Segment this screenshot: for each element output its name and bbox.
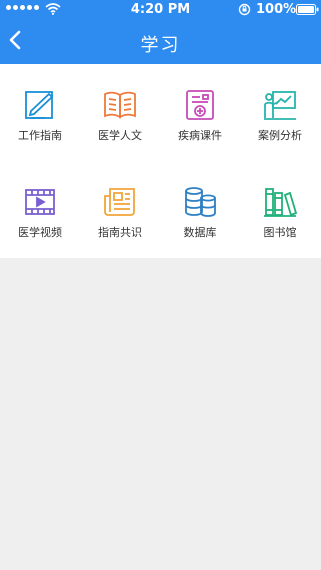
- grid-item-label: 工作指南: [18, 129, 62, 142]
- library-books-icon: [264, 188, 297, 217]
- grid-item-label: 图书馆: [263, 226, 297, 239]
- newspaper-icon: [104, 188, 135, 216]
- grid-item-guideline-consensus[interactable]: 指南共识: [80, 161, 160, 249]
- grid-item-label: 案例分析: [258, 129, 302, 142]
- grid-item-label: 指南共识: [98, 226, 142, 239]
- grid-item-work-guide[interactable]: 工作指南: [0, 64, 80, 152]
- grid-item-disease-courseware[interactable]: 疾病课件: [160, 64, 240, 152]
- guide-edit-icon: [25, 91, 54, 119]
- grid-item-label: 医学人文: [98, 129, 142, 142]
- courseware-icon: [186, 90, 214, 120]
- grid-item-database[interactable]: 数据库: [160, 161, 240, 249]
- grid-item-library[interactable]: 图书馆: [240, 161, 320, 249]
- app-header: 4:20 PM 100% 学习: [0, 0, 321, 64]
- presentation-icon: [264, 91, 296, 120]
- nav-bar: 学习: [0, 20, 321, 64]
- page-title: 学习: [140, 35, 181, 56]
- grid-item-case-analysis[interactable]: 案例分析: [240, 64, 320, 152]
- grid-item-label: 疾病课件: [178, 129, 222, 142]
- battery-icon: [296, 4, 319, 15]
- battery-percent: 100%: [256, 2, 297, 17]
- rotation-lock-icon: [238, 3, 251, 16]
- grid-item-medical-video[interactable]: 医学视频: [0, 161, 80, 249]
- open-book-icon: [104, 91, 136, 119]
- database-icon: [185, 187, 216, 217]
- grid-item-label: 医学视频: [18, 226, 62, 239]
- status-bar: 4:20 PM 100%: [0, 0, 321, 20]
- video-film-icon: [25, 189, 55, 215]
- grid-item-medical-humanities[interactable]: 医学人文: [80, 64, 160, 152]
- grid-item-label: 数据库: [183, 226, 217, 239]
- module-grid: 工作指南 医学人文 疾病课件 案例分析 医学视频 指南共识 数据库 图书馆: [0, 64, 321, 258]
